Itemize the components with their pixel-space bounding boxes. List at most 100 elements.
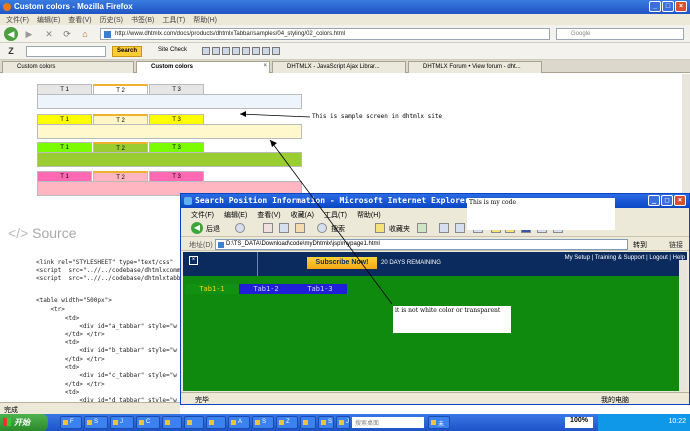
address-bar[interactable]: http://www.dhtmlx.com/docs/products/dhtm… [100,28,550,40]
sample-tab-active[interactable]: T 2 [93,84,148,94]
toolbar-search-button[interactable]: Search [112,46,142,57]
sample-tab[interactable]: T 1 [37,84,92,94]
ie-scrollbar[interactable] [679,260,687,391]
sample-tab[interactable]: T 3 [149,142,204,152]
taskbar-item[interactable]: S [84,416,108,429]
sample-tab[interactable]: T 3 [149,171,204,181]
desktop-search-input[interactable]: 搜索桌面 [352,417,424,428]
toolbar-search-input[interactable] [26,46,106,57]
sample-tab[interactable]: T 3 [149,114,204,124]
toolbar-icon[interactable] [242,47,250,55]
toolbar-icon[interactable] [232,47,240,55]
sample-tab-active[interactable]: T 2 [93,142,148,152]
home-icon[interactable] [295,223,305,233]
search-icon[interactable] [317,223,327,233]
toolbar-icon[interactable] [252,47,260,55]
mail-icon[interactable] [439,223,449,233]
toolbar-icon[interactable] [202,47,210,55]
forward-arrow-icon[interactable] [235,223,245,233]
reload-icon[interactable]: ✕ [42,27,56,41]
taskbar-item[interactable] [184,416,204,429]
menu-history[interactable]: 历史(S) [100,15,123,24]
home-icon[interactable]: ⌂ [78,27,92,41]
favorites-button-label[interactable]: 收藏夹 [389,224,410,234]
sample-tab[interactable]: T 1 [37,114,92,124]
tab-1-1[interactable]: Tab1-1 [185,284,239,294]
star-icon[interactable] [375,223,385,233]
maximize-button[interactable]: □ [661,195,673,206]
close-button[interactable]: × [675,1,687,12]
taskbar-item[interactable]: S [318,416,334,429]
history-icon[interactable] [417,223,427,233]
back-arrow-icon[interactable]: ◀ [191,222,203,234]
taskbar-item[interactable]: C [136,416,160,429]
maximize-button[interactable]: □ [662,1,674,12]
sample-tab-active[interactable]: T 2 [93,114,148,124]
menu-tools[interactable]: 工具(T) [162,15,185,24]
taskbar-item[interactable]: 未 [428,416,450,429]
google-search-box[interactable]: Google [556,28,684,40]
menu-edit[interactable]: 编辑(E) [224,210,247,219]
taskbar-item[interactable] [300,416,316,429]
back-button-label[interactable]: 后退 [206,224,220,234]
links-button[interactable]: 链接 [669,240,683,250]
sample-tab-active[interactable]: T 2 [93,171,148,181]
refresh-icon[interactable] [279,223,289,233]
account-links[interactable]: My Setup | Training & Support | Logout |… [565,255,685,261]
taskbar-item[interactable]: J [110,416,134,429]
menu-edit[interactable]: 编辑(E) [37,15,60,24]
toolbar-icon[interactable] [222,47,230,55]
menu-file[interactable]: 文件(F) [191,210,214,219]
taskbar-item[interactable]: Z [276,416,298,429]
sample-tab[interactable]: T 1 [37,142,92,152]
print-icon[interactable] [455,223,465,233]
menu-help[interactable]: 帮助(H) [193,15,217,24]
zone-alarm-icon[interactable]: Z [4,44,18,58]
start-label: 开始 [14,418,30,427]
taskbar-item[interactable]: A [228,416,250,429]
browser-tab[interactable]: DHTMLX - JavaScript Ajax Librar... [272,61,406,73]
browser-tab[interactable]: Custom colors [2,61,134,73]
taskbar-item[interactable]: S [252,416,274,429]
taskbar-item[interactable] [206,416,226,429]
menu-view[interactable]: 查看(V) [68,15,91,24]
minimize-button[interactable]: _ [649,1,661,12]
tab-1-2[interactable]: Tab1-2 [239,284,293,294]
close-icon[interactable]: × [189,256,198,265]
code-line: <div id="c_tabbar" style="w [36,372,177,379]
close-button[interactable]: × [674,195,686,206]
tab-close-icon[interactable]: × [263,63,267,69]
taskbar-item[interactable]: F [60,416,82,429]
search-button-label[interactable]: 搜索 [331,224,345,234]
zoom-level[interactable]: 100% [565,417,593,428]
menu-bookmarks[interactable]: 书签(B) [131,15,154,24]
menu-help[interactable]: 帮助(H) [357,210,381,219]
menu-favorites[interactable]: 收藏(A) [291,210,314,219]
browser-tab-active[interactable]: Custom colors × [136,61,270,73]
toolbar-icon[interactable] [272,47,280,55]
sample-tab[interactable]: T 1 [37,171,92,181]
sample-tab[interactable]: T 3 [149,84,204,94]
subscribe-button[interactable]: Subscribe Now! [307,257,377,269]
tab-1-3[interactable]: Tab1-3 [293,284,347,294]
menu-tools[interactable]: 工具(T) [324,210,347,219]
site-check-button[interactable]: Site Check [158,47,187,53]
go-button[interactable]: 转到 [633,240,647,250]
taskbar-item[interactable] [162,416,182,429]
taskbar-item[interactable]: J [336,416,350,429]
back-arrow-icon[interactable]: ◀ [4,27,18,41]
stop-icon[interactable] [263,223,273,233]
toolbar-icon[interactable] [212,47,220,55]
firefox-navigation-bar: ◀ ▶ ✕ ⟳ ⌂ http://www.dhtmlx.com/docs/pro… [0,25,690,43]
divider [257,252,258,276]
browser-tab[interactable]: DHTMLX Forum • View forum - dht... [408,61,542,73]
stop-icon[interactable]: ⟳ [60,27,74,41]
menu-view[interactable]: 查看(V) [257,210,280,219]
forward-arrow-icon[interactable]: ▶ [22,27,36,41]
minimize-button[interactable]: _ [648,195,660,206]
app-top-bar: × Subscribe Now! 20 DAYS REMAINING My Se… [183,252,687,276]
menu-file[interactable]: 文件(F) [6,15,29,24]
ie-address-input[interactable]: D:\TS_DATA\Download\code\myDhtmlx\jsp\my… [215,239,628,250]
start-button[interactable]: 开始 [0,414,48,431]
toolbar-icon[interactable] [262,47,270,55]
